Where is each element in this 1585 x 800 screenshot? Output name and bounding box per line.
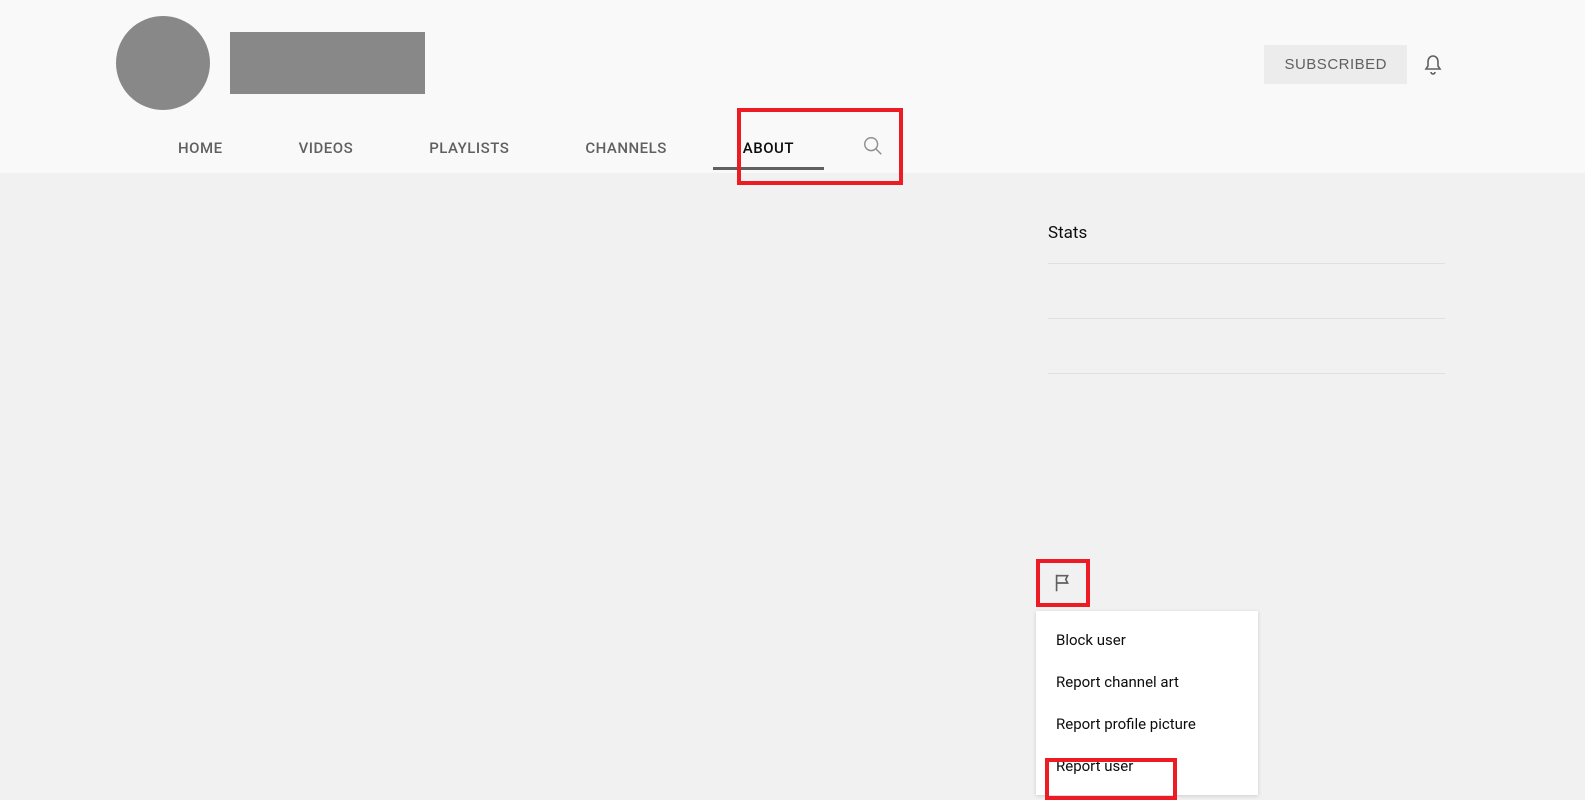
stats-divider (1048, 318, 1445, 319)
tab-home[interactable]: HOME (140, 123, 261, 173)
stats-panel: Stats (1048, 223, 1445, 428)
menu-item-report-user[interactable]: Report user (1036, 745, 1258, 787)
flag-icon[interactable] (1036, 559, 1090, 607)
subscribed-button[interactable]: SUBSCRIBED (1264, 45, 1407, 84)
flag-dropdown-menu: Block user Report channel art Report pro… (1036, 611, 1258, 795)
menu-item-report-channel-art[interactable]: Report channel art (1036, 661, 1258, 703)
header-actions: SUBSCRIBED (1264, 45, 1445, 84)
tab-channels[interactable]: CHANNELS (547, 123, 704, 173)
search-icon[interactable] (862, 135, 884, 161)
channel-name-placeholder (230, 32, 425, 94)
menu-item-report-profile-picture[interactable]: Report profile picture (1036, 703, 1258, 745)
tab-videos[interactable]: VIDEOS (261, 123, 392, 173)
channel-header: SUBSCRIBED HOME VIDEOS PLAYLISTS CHANNEL… (0, 0, 1585, 173)
tab-playlists[interactable]: PLAYLISTS (391, 123, 547, 173)
stats-divider (1048, 373, 1445, 374)
channel-tabs: HOME VIDEOS PLAYLISTS CHANNELS ABOUT (140, 123, 884, 173)
menu-item-block-user[interactable]: Block user (1036, 619, 1258, 661)
channel-avatar[interactable] (116, 16, 210, 110)
stats-title: Stats (1048, 223, 1445, 243)
bell-icon[interactable] (1421, 53, 1445, 77)
tab-about[interactable]: ABOUT (705, 123, 832, 173)
stats-divider (1048, 263, 1445, 264)
content-area: Stats Block user Report channel art Repo… (0, 173, 1585, 687)
